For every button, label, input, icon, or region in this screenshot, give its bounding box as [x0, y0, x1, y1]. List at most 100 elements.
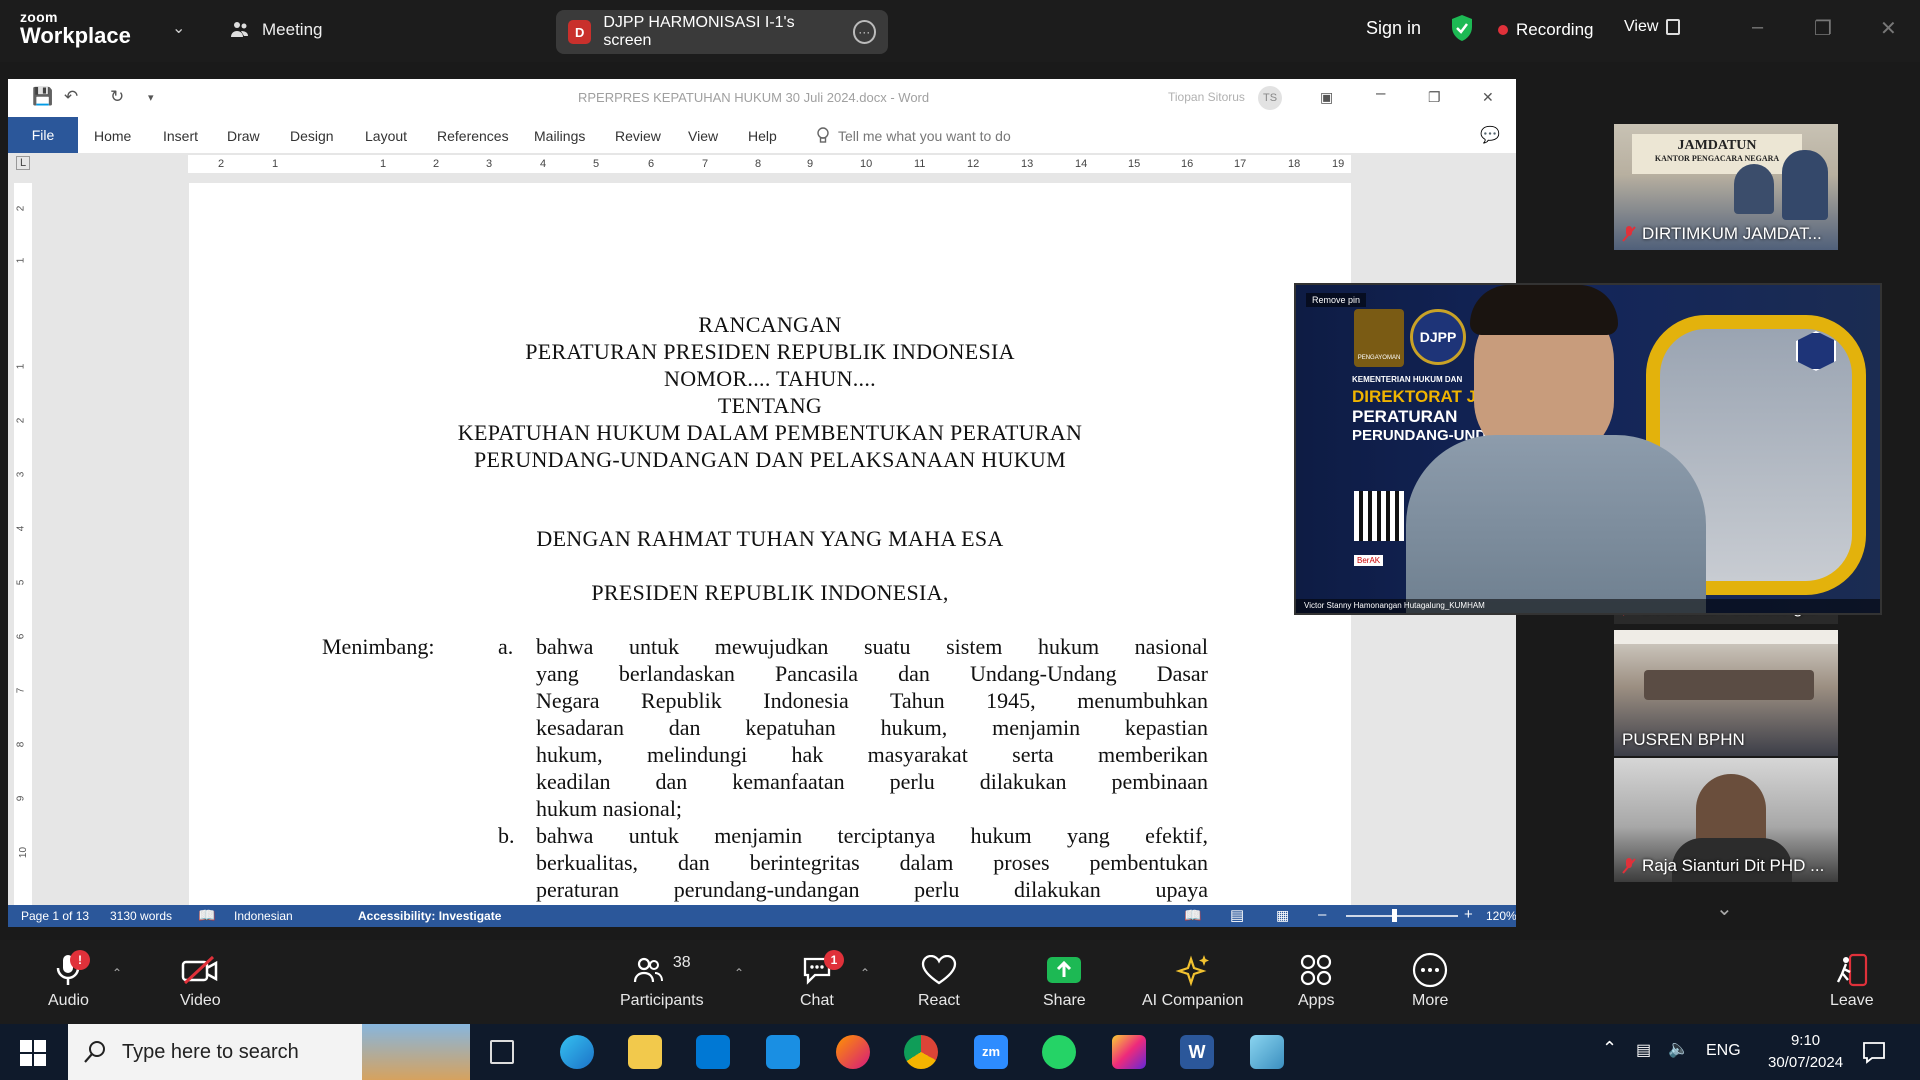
- word-close-icon[interactable]: ✕: [1482, 89, 1494, 106]
- print-layout-icon[interactable]: ▤: [1230, 906, 1244, 924]
- tab-file[interactable]: File: [8, 117, 78, 153]
- tab-insert[interactable]: Insert: [163, 128, 198, 144]
- app-icon[interactable]: [1250, 1035, 1284, 1069]
- accessibility-status[interactable]: Accessibility: Investigate: [358, 909, 501, 923]
- participant-tile[interactable]: PUSREN BPHN: [1614, 630, 1838, 756]
- page-count[interactable]: Page 1 of 13: [21, 909, 89, 923]
- proofing-icon[interactable]: 📖: [198, 907, 215, 924]
- save-icon[interactable]: 💾: [32, 87, 53, 107]
- word-count[interactable]: 3130 words: [110, 909, 172, 923]
- banner-subtitle: KANTOR PENGACARA NEGARA: [1654, 154, 1780, 163]
- restore-icon[interactable]: ❐: [1814, 16, 1832, 41]
- ruler-number: 4: [540, 158, 547, 170]
- pinned-speaker-video[interactable]: Remove pin PENGAYOMAN DJPP KEMENTERIAN H…: [1294, 283, 1882, 615]
- sign-in-button[interactable]: Sign in: [1366, 18, 1421, 39]
- tab-help[interactable]: Help: [748, 128, 777, 144]
- redo-icon[interactable]: ↻: [110, 87, 124, 107]
- windows-start-icon[interactable]: [20, 1040, 46, 1066]
- notifications-icon[interactable]: [1862, 1040, 1886, 1064]
- doc-presiden: PRESIDEN REPUBLIK INDONESIA,: [591, 580, 949, 605]
- leave-button[interactable]: Leave: [1830, 952, 1874, 1010]
- firefox-icon[interactable]: [836, 1035, 870, 1069]
- comments-icon[interactable]: 💬: [1480, 125, 1500, 145]
- apps-button[interactable]: Apps: [1298, 952, 1334, 1010]
- vruler-number: 1: [15, 257, 27, 264]
- ai-companion-button[interactable]: AI Companion: [1142, 952, 1243, 1010]
- word-window: 💾 ↶ ↻ ▾ RPERPRES KEPATUHAN HUKUM 30 Juli…: [8, 79, 1516, 927]
- input-language[interactable]: ENG: [1706, 1042, 1741, 1060]
- participant-tile[interactable]: JAMDATUN KANTOR PENGACARA NEGARA DIRTIMK…: [1614, 124, 1838, 250]
- document-page[interactable]: RANCANGAN PERATURAN PRESIDEN REPUBLIK IN…: [189, 183, 1351, 927]
- minimize-icon[interactable]: –: [1752, 16, 1763, 39]
- tab-design[interactable]: Design: [290, 128, 334, 144]
- share-screen-button[interactable]: Share: [1043, 952, 1086, 1010]
- tab-view[interactable]: View: [688, 128, 718, 144]
- edge-icon[interactable]: [560, 1035, 594, 1069]
- web-layout-icon[interactable]: ▦: [1276, 907, 1289, 924]
- security-shield-icon[interactable]: [1450, 14, 1474, 42]
- participants-options-chevron-icon[interactable]: ⌃: [734, 966, 744, 980]
- participant-tile[interactable]: Raja Sianturi Dit PHD ...: [1614, 758, 1838, 882]
- user-avatar[interactable]: TS: [1258, 86, 1282, 110]
- leave-icon: [1834, 952, 1870, 988]
- microsoft-store-icon[interactable]: [696, 1035, 730, 1069]
- show-hidden-icons-icon[interactable]: ⌃: [1602, 1038, 1617, 1059]
- instagram-icon[interactable]: [1112, 1035, 1146, 1069]
- close-icon[interactable]: ✕: [1880, 16, 1897, 41]
- recording-indicator[interactable]: Recording: [1498, 20, 1594, 40]
- file-explorer-icon[interactable]: [628, 1035, 662, 1069]
- customize-toolbar-icon[interactable]: ▾: [148, 91, 154, 104]
- audio-options-chevron-icon[interactable]: ⌃: [112, 966, 122, 980]
- network-icon[interactable]: ▤: [1636, 1040, 1651, 1060]
- taskbar-clock[interactable]: 9:10 30/07/2024: [1768, 1030, 1843, 1074]
- word-minimize-icon[interactable]: –: [1376, 83, 1385, 103]
- more-button[interactable]: More: [1412, 952, 1448, 1010]
- ribbon-display-icon[interactable]: ▣: [1320, 89, 1333, 106]
- tab-references[interactable]: References: [437, 128, 509, 144]
- task-view-icon[interactable]: [490, 1040, 514, 1064]
- scroll-down-chevron-icon[interactable]: ⌄: [1716, 896, 1733, 921]
- tab-draw[interactable]: Draw: [227, 128, 260, 144]
- participants-button[interactable]: 38 Participants: [620, 952, 704, 1010]
- zoom-in-icon[interactable]: +: [1464, 906, 1473, 923]
- mail-icon[interactable]: [766, 1035, 800, 1069]
- zoom-app-icon[interactable]: zm: [974, 1035, 1008, 1069]
- tab-selector-icon[interactable]: L: [16, 156, 30, 170]
- whatsapp-icon[interactable]: [1042, 1035, 1076, 1069]
- chrome-icon[interactable]: [904, 1035, 938, 1069]
- zoom-level[interactable]: 120%: [1486, 909, 1516, 923]
- share-screen-icon: [1046, 952, 1082, 988]
- meeting-button[interactable]: Meeting: [228, 18, 322, 42]
- word-app-icon[interactable]: W: [1180, 1035, 1214, 1069]
- ai-companion-label: AI Companion: [1142, 992, 1244, 1009]
- video-off-icon: [181, 952, 219, 988]
- zoom-slider[interactable]: [1346, 915, 1458, 917]
- tab-review[interactable]: Review: [615, 128, 661, 144]
- zoom-slider-thumb[interactable]: [1392, 909, 1397, 922]
- word-restore-icon[interactable]: ❐: [1428, 89, 1441, 106]
- horizontal-ruler[interactable]: L 2 1 1 2 3 4 5 6 7 8 9 10 11 12 13 14 1…: [8, 153, 1516, 175]
- chat-options-chevron-icon[interactable]: ⌃: [860, 966, 870, 980]
- ruler-track: 2 1 1 2 3 4 5 6 7 8 9 10 11 12 13 14 15 …: [188, 155, 1351, 173]
- tab-layout[interactable]: Layout: [365, 128, 407, 144]
- view-button[interactable]: View: [1624, 18, 1681, 36]
- tab-home[interactable]: Home: [94, 128, 131, 144]
- language-indicator[interactable]: Indonesian: [234, 909, 293, 923]
- participant-name: Raja Sianturi Dit PHD ...: [1642, 856, 1825, 875]
- tab-mailings[interactable]: Mailings: [534, 128, 585, 144]
- zoom-out-icon[interactable]: –: [1318, 906, 1326, 923]
- vertical-ruler[interactable]: 2 1 1 2 3 4 5 6 7 8 9 10: [14, 183, 32, 919]
- video-button[interactable]: Video: [180, 952, 221, 1010]
- read-mode-icon[interactable]: 📖: [1184, 907, 1201, 924]
- undo-icon[interactable]: ↶: [64, 87, 78, 107]
- audio-warning-badge: !: [70, 950, 90, 970]
- react-button[interactable]: React: [918, 952, 960, 1010]
- video-label: Video: [180, 992, 221, 1009]
- screen-share-indicator[interactable]: D DJPP HARMONISASI I-1's screen ···: [556, 10, 888, 54]
- tell-me-search[interactable]: Tell me what you want to do: [816, 127, 1011, 145]
- chevron-down-icon[interactable]: ⌄: [172, 18, 185, 38]
- volume-icon[interactable]: 🔈: [1668, 1039, 1689, 1059]
- taskbar-search[interactable]: Type here to search: [68, 1024, 470, 1080]
- more-options-icon[interactable]: ···: [852, 20, 877, 44]
- remove-pin-button[interactable]: Remove pin: [1306, 293, 1367, 307]
